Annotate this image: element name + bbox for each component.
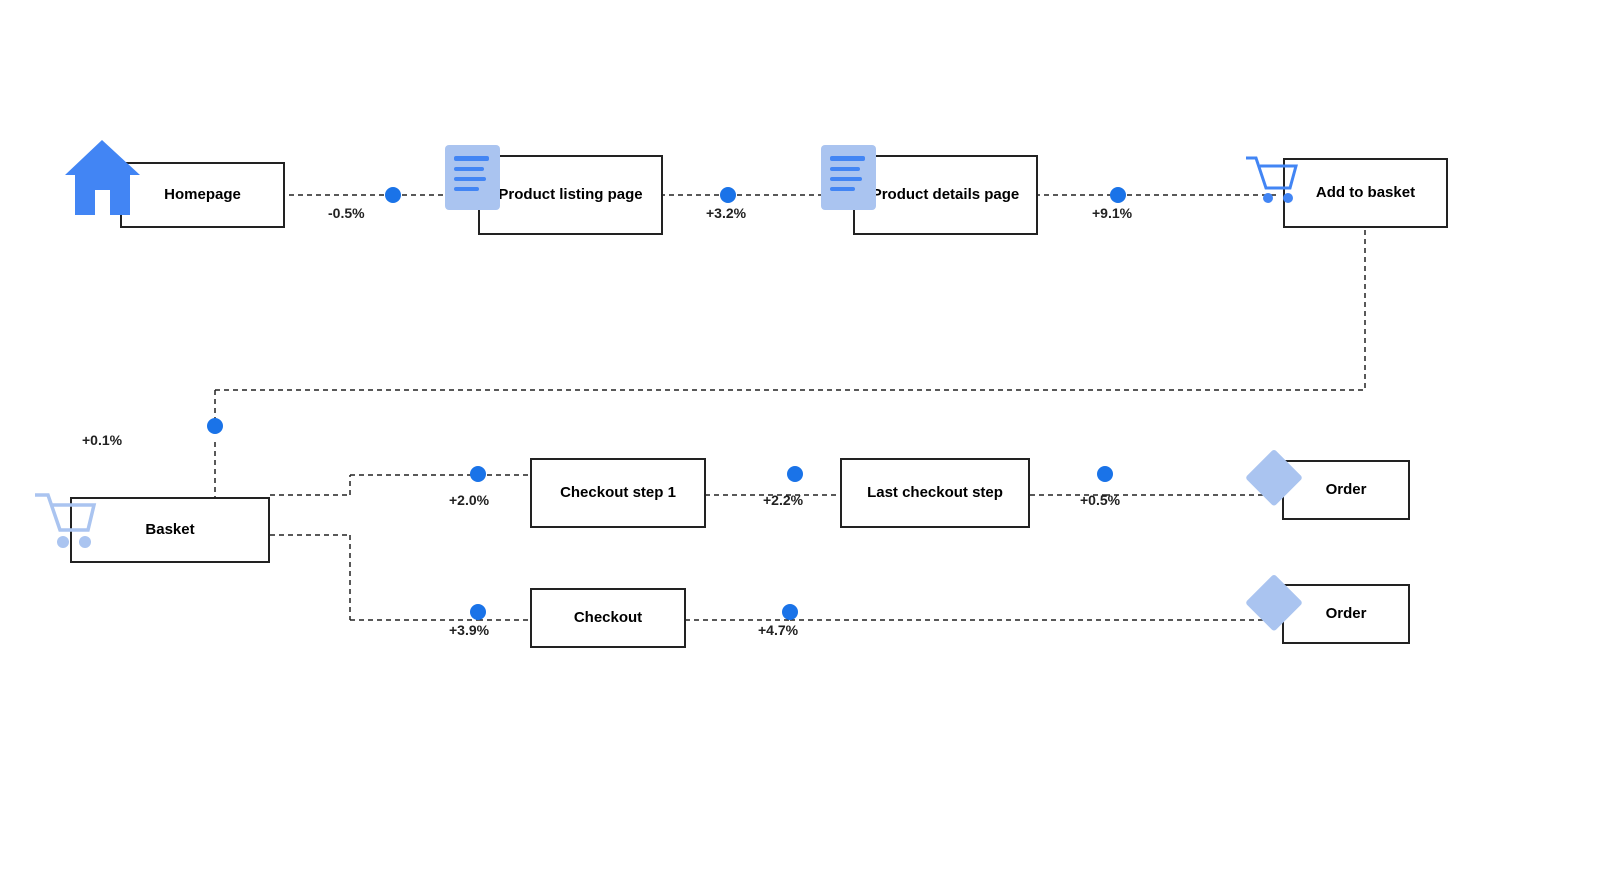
pct-label-7: +0.5% xyxy=(1080,492,1120,508)
last-checkout-node[interactable]: Last checkout step xyxy=(840,458,1030,528)
pct-label-4: +0.1% xyxy=(82,432,122,448)
pct-label-3: +9.1% xyxy=(1092,205,1132,221)
dot-3 xyxy=(1110,187,1126,203)
dot-7 xyxy=(1097,466,1113,482)
basket-node[interactable]: Basket xyxy=(70,497,270,563)
diamond-icon-2 xyxy=(1242,570,1307,640)
flow-diagram: Homepage Product listing page Product de… xyxy=(0,0,1601,874)
diamond-icon-1 xyxy=(1242,445,1307,515)
listing-icon-1 xyxy=(440,140,505,220)
product-listing-node[interactable]: Product listing page xyxy=(478,155,663,235)
pct-label-9: +4.7% xyxy=(758,622,798,638)
pct-label-2: +3.2% xyxy=(706,205,746,221)
pct-label-1: -0.5% xyxy=(328,205,365,221)
basket-label: Basket xyxy=(135,512,204,548)
product-listing-label: Product listing page xyxy=(488,177,652,213)
order1-label: Order xyxy=(1316,472,1377,508)
dot-1 xyxy=(385,187,401,203)
checkout-step1-node[interactable]: Checkout step 1 xyxy=(530,458,706,528)
dot-8 xyxy=(470,604,486,620)
dot-9 xyxy=(782,604,798,620)
cart-icon xyxy=(1238,148,1303,213)
dot-6 xyxy=(787,466,803,482)
homepage-label: Homepage xyxy=(154,177,251,213)
checkout-node[interactable]: Checkout xyxy=(530,588,686,648)
add-to-basket-node[interactable]: Add to basket xyxy=(1283,158,1448,228)
listing-icon-2 xyxy=(816,140,881,220)
checkout-step1-label: Checkout step 1 xyxy=(550,475,686,511)
product-details-label: Product details page xyxy=(862,177,1030,213)
last-checkout-label: Last checkout step xyxy=(857,475,1013,511)
pct-label-6: +2.2% xyxy=(763,492,803,508)
dot-5 xyxy=(470,466,486,482)
connector-lines xyxy=(0,0,1601,874)
add-to-basket-label: Add to basket xyxy=(1306,175,1425,211)
pct-label-8: +3.9% xyxy=(449,622,489,638)
dot-4 xyxy=(207,418,223,434)
checkout-label: Checkout xyxy=(564,600,652,636)
home-icon xyxy=(60,135,145,225)
dot-2 xyxy=(720,187,736,203)
basket-icon xyxy=(30,480,100,555)
pct-label-5: +2.0% xyxy=(449,492,489,508)
order2-label: Order xyxy=(1316,596,1377,632)
